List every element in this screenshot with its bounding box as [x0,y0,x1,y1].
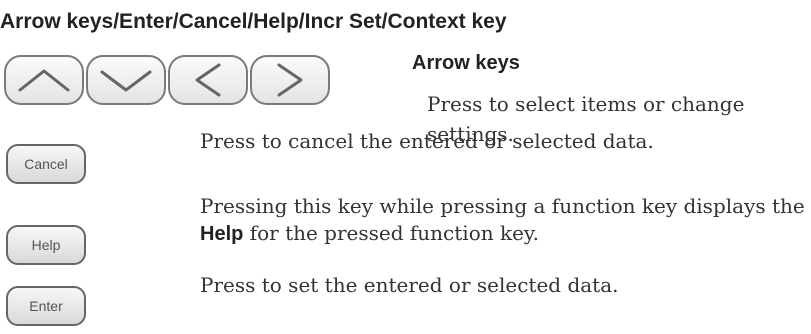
arrow-keys-title: Arrow keys [412,52,520,74]
arrow-left-key[interactable] [168,55,248,105]
enter-button[interactable]: Enter [6,286,86,326]
help-description-text: Pressing this key while pressing a funct… [200,194,805,218]
section-heading: Arrow keys/Enter/Cancel/Help/Incr Set/Co… [0,10,507,33]
arrow-down-key[interactable] [86,55,166,105]
arrow-right-icon [277,63,303,97]
help-button[interactable]: Help [6,225,86,265]
arrow-key-group [4,55,330,107]
cancel-button[interactable]: Cancel [6,144,86,184]
help-description: Pressing this key while pressing a funct… [200,193,811,248]
enter-description: Press to set the entered or selected dat… [200,273,619,297]
arrow-left-icon [195,63,221,97]
help-bold-term: Help [200,223,244,245]
arrow-right-key[interactable] [250,55,330,105]
arrow-up-key[interactable] [4,55,84,105]
cancel-description: Press to cancel the entered or selected … [200,129,654,153]
arrow-up-icon [18,69,70,92]
help-description-text-end: for the pressed function key. [243,221,539,245]
arrow-down-icon [100,70,152,92]
